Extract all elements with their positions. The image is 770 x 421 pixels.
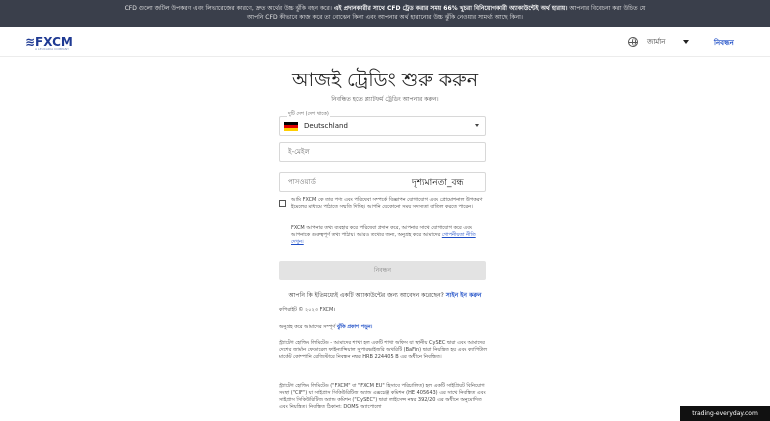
fxcm-logo[interactable]: ≋FXCM A LEUCADIA COMPANY [25,34,73,51]
legal-paragraph-2: স্ট্র্যাটেগ হোল্ডিং লিমিটেড ("FXCM" বা "… [279,383,486,410]
register-link[interactable]: নিবন্ধন [714,37,734,49]
risk-disclosure-link[interactable]: ঝুঁকি প্রকাশ পড়ুন। [337,324,373,330]
marketing-consent-checkbox[interactable] [279,200,286,207]
language-selector[interactable]: জার্মান [628,36,690,48]
country-label: দুটি দেশ (দেশ থাকে) [287,111,330,119]
site-header: ≋FXCM A LEUCADIA COMPANY জার্মান নিবন্ধন [0,27,770,57]
existing-account-text: আপনি কি ইতিমধ্যেই একটি অ্যাকাউন্টের জন্য… [288,292,444,299]
country-select[interactable]: Deutschland [279,116,486,136]
watermark: trading-everyday.com [680,406,770,421]
risk-warning-banner: CFD গুলো জটিল উপকরণ এবং লিভারেজের কারণে,… [0,0,770,27]
existing-account-line: আপনি কি ইতিমধ্যেই একটি অ্যাকাউন্টের জন্য… [0,290,770,301]
copyright: কপিরাইট © ২০২৩ FXCM। [279,307,336,313]
germany-flag-icon [284,121,298,131]
privacy-notice: FXCM আপনার তথ্য ব্যবহার করে পরিষেবা প্রদ… [291,225,487,246]
chevron-down-icon [475,124,479,127]
logo-tagline: A LEUCADIA COMPANY [35,47,69,51]
consent-text: আমি FXCM কে তার পণ্য এবং পরিষেবা সম্পর্ক… [291,197,483,210]
risk-warning-text: CFD গুলো জটিল উপকরণ এবং লিভারেজের কারণে,… [124,5,332,12]
page-subtitle: নিবন্ধিত হতে প্ল্যাটফর্ম ট্রেডিং আপনার ক… [331,96,439,103]
password-visibility-toggle[interactable]: দৃশ্যমানতা_বন্ধ [412,175,464,190]
email-input[interactable] [279,142,486,162]
globe-icon [628,37,638,47]
risk-disclosure-text: অনুগ্রহ করে আমাদের সম্পূর্ণ [279,324,336,330]
risk-disclosure-line: অনুগ্রহ করে আমাদের সম্পূর্ণ ঝুঁকি প্রকাশ… [279,324,489,331]
caret-down-icon [683,40,690,44]
submit-register-button[interactable]: নিবন্ধন [279,261,486,280]
country-value: Deutschland [304,122,348,130]
sign-in-link[interactable]: সাইন ইন করুন [446,292,482,299]
risk-warning-bold: এই প্রদানকারীর সাথে CFD ট্রেড করার সময় … [333,5,568,12]
language-label: জার্মান [647,38,666,46]
legal-paragraph: স্ট্র্যাটেগ হোল্ডিং লিমিটেড - আমাদের শাখ… [279,340,488,360]
